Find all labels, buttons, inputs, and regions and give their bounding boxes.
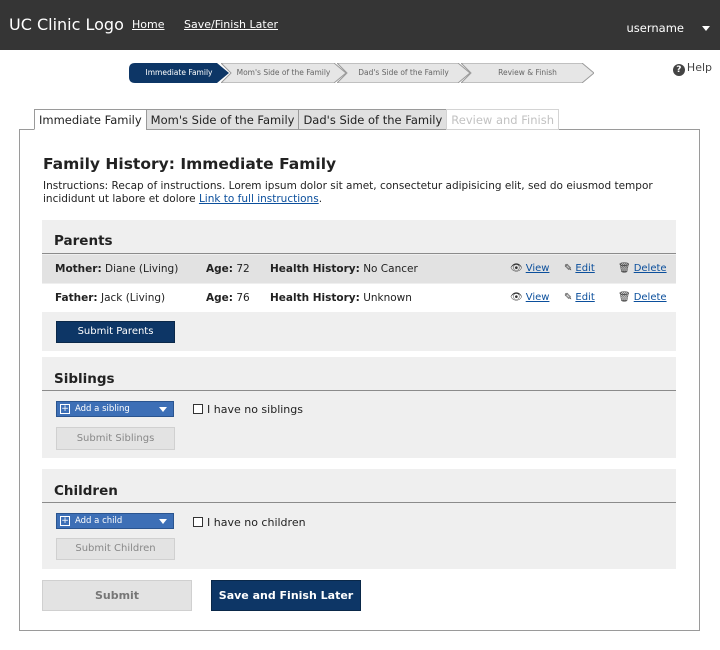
- step-review-finish[interactable]: Review & Finish: [461, 63, 594, 83]
- checkbox-box[interactable]: [193, 517, 203, 527]
- submit-button[interactable]: Submit: [42, 580, 192, 611]
- instructions-text: Instructions: Recap of instructions. Lor…: [43, 180, 653, 205]
- tab-review-finish: Review and Finish: [446, 109, 559, 130]
- help-icon: ?: [672, 64, 685, 76]
- add-child-label: Add a child: [75, 516, 123, 526]
- chevron-down-icon: [159, 407, 167, 412]
- pencil-icon: ✎: [564, 263, 573, 274]
- plus-icon: +: [60, 404, 70, 414]
- age-label: Age:: [206, 263, 233, 275]
- parents-heading: Parents: [54, 233, 113, 249]
- relation-name: Father: Jack (Living): [55, 292, 165, 304]
- tab-immediate-family[interactable]: Immediate Family: [34, 109, 147, 130]
- view-link[interactable]: 👁 View: [510, 263, 549, 274]
- page-title: Family History: Immediate Family: [43, 155, 337, 173]
- tab-dads-side[interactable]: Dad's Side of the Family: [298, 109, 448, 130]
- children-heading: Children: [54, 483, 118, 499]
- siblings-section: Siblings + Add a sibling I have no sibli…: [42, 357, 676, 458]
- submit-children-button[interactable]: Submit Children: [56, 538, 175, 560]
- health-history: Health History: Unknown: [270, 292, 412, 304]
- edit-label: Edit: [575, 292, 595, 303]
- health-label: Health History:: [270, 263, 360, 275]
- delete-link[interactable]: 🗑 Delete: [618, 263, 667, 274]
- tab-moms-side[interactable]: Mom's Side of the Family: [145, 109, 300, 130]
- section-divider: [42, 390, 676, 391]
- add-child-dropdown[interactable]: + Add a child: [56, 513, 174, 529]
- section-divider: [42, 253, 676, 254]
- submit-parents-button[interactable]: Submit Parents: [56, 321, 175, 343]
- instructions-end: .: [318, 193, 323, 205]
- add-sibling-dropdown[interactable]: + Add a sibling: [56, 401, 174, 417]
- chevron-down-icon[interactable]: [702, 26, 710, 31]
- help-label: Help: [686, 61, 712, 74]
- add-sibling-label: Add a sibling: [75, 404, 130, 414]
- view-link[interactable]: 👁 View: [510, 292, 549, 303]
- trash-icon: 🗑: [618, 292, 631, 303]
- health-value: No Cancer: [363, 263, 418, 275]
- health-value: Unknown: [363, 292, 412, 304]
- section-divider: [42, 502, 676, 503]
- step-immediate-family[interactable]: Immediate Family: [129, 63, 229, 83]
- age-value: 76: [236, 292, 250, 304]
- pencil-icon: ✎: [564, 292, 573, 303]
- health-history: Health History: No Cancer: [270, 263, 418, 275]
- submit-siblings-button[interactable]: Submit Siblings: [56, 427, 175, 450]
- plus-icon: +: [60, 516, 70, 526]
- no-siblings-label: I have no siblings: [207, 403, 303, 416]
- progress-steps: Immediate Family Mom's Side of the Famil…: [129, 63, 594, 83]
- age: Age: 76: [206, 292, 250, 304]
- table-row: Father: Jack (Living) Age: 76 Health His…: [42, 284, 676, 312]
- save-finish-later-link[interactable]: Save/Finish Later: [184, 18, 278, 31]
- clinic-logo[interactable]: UC Clinic Logo: [9, 15, 124, 34]
- age-value: 72: [236, 263, 250, 275]
- no-siblings-checkbox[interactable]: I have no siblings: [193, 403, 303, 416]
- step-label: Dad's Side of the Family: [358, 68, 449, 77]
- delete-link[interactable]: 🗑 Delete: [618, 292, 667, 303]
- table-row: Mother: Diane (Living) Age: 72 Health Hi…: [42, 255, 676, 283]
- instructions: Instructions: Recap of instructions. Lor…: [43, 180, 683, 206]
- view-label: View: [525, 263, 550, 274]
- step-label: Review & Finish: [498, 68, 557, 77]
- top-nav-bar: UC Clinic Logo Home Save/Finish Later us…: [0, 0, 720, 50]
- tab-bar: Immediate Family Mom's Side of the Famil…: [34, 109, 559, 130]
- delete-label: Delete: [633, 292, 667, 303]
- delete-label: Delete: [633, 263, 667, 274]
- view-label: View: [525, 292, 550, 303]
- age-label: Age:: [206, 292, 233, 304]
- step-label: Immediate Family: [145, 68, 213, 77]
- health-label: Health History:: [270, 292, 360, 304]
- save-and-finish-later-button[interactable]: Save and Finish Later: [211, 580, 361, 611]
- no-children-label: I have no children: [207, 516, 306, 529]
- step-label: Mom's Side of the Family: [236, 68, 331, 77]
- eye-icon: 👁: [510, 292, 523, 303]
- full-instructions-link[interactable]: Link to full instructions: [199, 193, 319, 205]
- person-name: Diane (Living): [105, 263, 179, 275]
- step-dads-side[interactable]: Dad's Side of the Family: [337, 63, 470, 83]
- chevron-down-icon: [159, 519, 167, 524]
- home-link[interactable]: Home: [132, 18, 164, 31]
- children-section: Children + Add a child I have no childre…: [42, 469, 676, 569]
- username-menu[interactable]: username: [627, 21, 685, 35]
- trash-icon: 🗑: [618, 263, 631, 274]
- eye-icon: 👁: [510, 263, 523, 274]
- help-link[interactable]: ? Help: [672, 61, 712, 76]
- age: Age: 72: [206, 263, 250, 275]
- relation-label: Father:: [55, 292, 98, 304]
- step-moms-side[interactable]: Mom's Side of the Family: [221, 63, 346, 83]
- no-children-checkbox[interactable]: I have no children: [193, 516, 306, 529]
- person-name: Jack (Living): [100, 292, 166, 304]
- siblings-heading: Siblings: [54, 371, 115, 387]
- relation-name: Mother: Diane (Living): [55, 263, 178, 275]
- edit-link[interactable]: ✎ Edit: [564, 292, 595, 303]
- checkbox-box[interactable]: [193, 404, 203, 414]
- edit-link[interactable]: ✎ Edit: [564, 263, 595, 274]
- edit-label: Edit: [575, 263, 595, 274]
- parents-section: Parents Mother: Diane (Living) Age: 72 H…: [42, 220, 676, 351]
- relation-label: Mother:: [55, 263, 102, 275]
